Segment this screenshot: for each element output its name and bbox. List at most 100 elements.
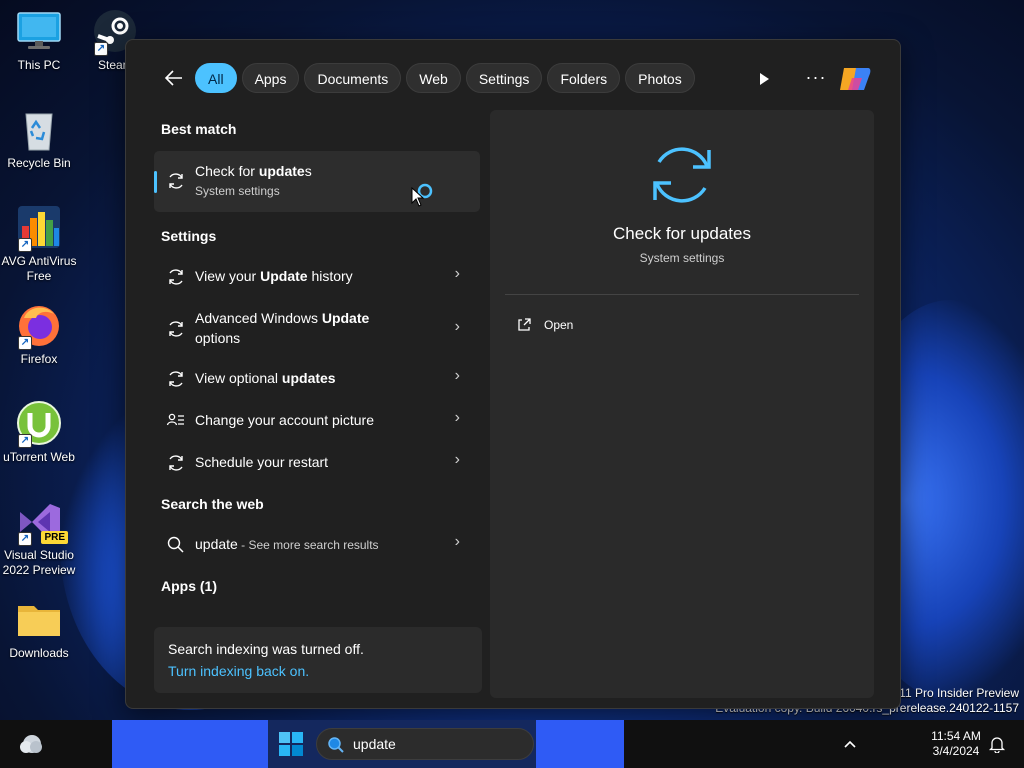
taskbar: update 11:54 AM 3/4/2024 — [0, 720, 1024, 768]
desktop-icon-label: uTorrent Web — [3, 450, 75, 464]
more-options-icon[interactable]: ··· — [804, 67, 828, 91]
preview-title: Check for updates — [613, 224, 751, 243]
settings-item-label: Schedule your restart — [195, 454, 329, 470]
system-clock[interactable]: 11:54 AM 3/4/2024 — [922, 729, 990, 759]
refresh-icon — [166, 369, 186, 389]
settings-item-label: View your Update history — [195, 266, 353, 286]
chevron-right-icon: › — [454, 451, 460, 468]
title-tail: s — [304, 163, 312, 179]
shortcut-arrow-icon: ↗ — [18, 336, 32, 350]
tab-photos[interactable]: Photos — [625, 63, 695, 93]
label-bold: Update — [321, 310, 370, 326]
label-post: options — [195, 330, 241, 346]
back-arrow-icon[interactable] — [162, 66, 186, 90]
title-bold: update — [258, 163, 305, 179]
chevron-right-icon: › — [454, 533, 460, 550]
best-match-subtitle: System settings — [195, 184, 280, 198]
open-label: Open — [544, 318, 574, 332]
tab-web[interactable]: Web — [406, 63, 461, 93]
settings-item-advanced-update[interactable]: Advanced Windows Update options › — [154, 305, 480, 353]
search-icon — [166, 535, 186, 555]
desktop-icon-downloads[interactable]: Downloads — [0, 596, 78, 661]
mouse-cursor-icon — [411, 187, 425, 207]
desktop-icon-label: Visual Studio 2022 Preview — [2, 548, 76, 577]
refresh-icon — [166, 267, 186, 287]
desktop-icon-this-pc[interactable]: This PC — [0, 8, 78, 73]
selection-indicator — [154, 171, 157, 193]
tab-settings[interactable]: Settings — [465, 63, 543, 93]
desktop-icon-utorrent[interactable]: ↗ uTorrent Web — [0, 400, 78, 465]
tab-apps[interactable]: Apps — [241, 63, 300, 93]
settings-item-label: View optional updates — [195, 368, 336, 388]
play-icon[interactable] — [752, 67, 776, 91]
label-bold: Update — [260, 268, 308, 284]
tab-all[interactable]: All — [195, 63, 237, 93]
web-result-label: update - See more search results — [195, 534, 379, 555]
search-web-heading: Search the web — [161, 496, 264, 512]
refresh-icon — [166, 453, 186, 473]
preview-subtitle: System settings — [639, 251, 725, 265]
preview-badge: PRE — [41, 531, 68, 544]
best-match-title: Check for updates — [195, 163, 312, 179]
chevron-right-icon: › — [454, 318, 460, 335]
start-button-icon[interactable] — [278, 731, 304, 757]
recycle-bin-icon — [16, 106, 62, 152]
chevron-up-icon[interactable] — [840, 734, 860, 754]
copilot-icon[interactable] — [838, 64, 872, 94]
desktop-icon-label: Firefox — [20, 352, 58, 366]
clock-time: 11:54 AM — [931, 729, 981, 743]
label-post: history — [307, 268, 353, 284]
taskbar-search-box[interactable]: update — [316, 728, 534, 760]
open-action[interactable]: Open — [512, 315, 632, 337]
label-pre: Advanced Windows — [195, 310, 322, 326]
shortcut-arrow-icon: ↗ — [18, 238, 32, 252]
web-search-result[interactable]: update - See more search results › — [154, 525, 480, 565]
best-match-heading: Best match — [161, 121, 237, 137]
search-panel: All Apps Documents Web Settings Folders … — [125, 39, 901, 709]
tab-folders[interactable]: Folders — [547, 63, 621, 93]
weather-icon[interactable] — [18, 732, 44, 756]
label-bold: updates — [281, 370, 336, 386]
desktop-icon-label: AVG AntiVirus Free — [1, 254, 77, 283]
settings-item-label: Change your account picture — [195, 412, 374, 428]
desktop-icon-label: Recycle Bin — [7, 156, 71, 170]
best-match-result[interactable]: Check for updates System settings — [154, 151, 480, 212]
shortcut-arrow-icon: ↗ — [18, 532, 32, 546]
settings-item-optional-updates[interactable]: View optional updates › — [154, 359, 480, 399]
chevron-right-icon: › — [454, 409, 460, 426]
indexing-notice: Search indexing was turned off. Turn ind… — [154, 627, 482, 693]
refresh-large-icon — [653, 147, 711, 203]
shortcut-arrow-icon: ↗ — [18, 434, 32, 448]
settings-item-update-history[interactable]: View your Update history › — [154, 257, 480, 297]
label-pre: View optional — [195, 370, 282, 386]
title-plain: Check for — [195, 163, 259, 179]
web-query: update — [195, 536, 238, 552]
chevron-right-icon: › — [454, 367, 460, 384]
desktop-icon-visual-studio[interactable]: PRE ↗ Visual Studio 2022 Preview — [0, 498, 78, 578]
refresh-icon — [166, 319, 186, 339]
desktop-icon-avg[interactable]: ↗ AVG AntiVirus Free — [0, 204, 78, 284]
settings-item-account-picture[interactable]: Change your account picture › — [154, 401, 480, 441]
settings-item-label: Advanced Windows Update options — [195, 308, 385, 348]
turn-indexing-on-link[interactable]: Turn indexing back on. — [168, 663, 309, 679]
folder-icon — [16, 596, 62, 642]
clock-date: 3/4/2024 — [932, 744, 980, 758]
web-suffix: - See more search results — [237, 538, 379, 552]
refresh-icon — [166, 171, 186, 191]
label-pre: View your — [195, 268, 261, 284]
desktop-icon-label: This PC — [17, 58, 61, 72]
apps-heading: Apps (1) — [161, 578, 217, 594]
desktop-icon-firefox[interactable]: ↗ Firefox — [0, 302, 78, 367]
open-external-icon — [518, 318, 531, 331]
monitor-icon — [16, 8, 62, 54]
desktop-icon-recycle-bin[interactable]: Recycle Bin — [0, 106, 78, 171]
shortcut-arrow-icon: ↗ — [94, 42, 108, 56]
indexing-notice-text: Search indexing was turned off. — [168, 641, 364, 657]
tab-documents[interactable]: Documents — [304, 63, 402, 93]
utorrent-icon: ↗ — [16, 400, 62, 448]
preview-pane: Check for updates System settings Open — [490, 110, 874, 698]
visual-studio-icon: PRE ↗ — [16, 498, 68, 546]
taskbar-search-value: update — [353, 736, 396, 752]
settings-item-schedule-restart[interactable]: Schedule your restart › — [154, 443, 480, 483]
notification-bell-icon[interactable] — [988, 735, 1006, 754]
